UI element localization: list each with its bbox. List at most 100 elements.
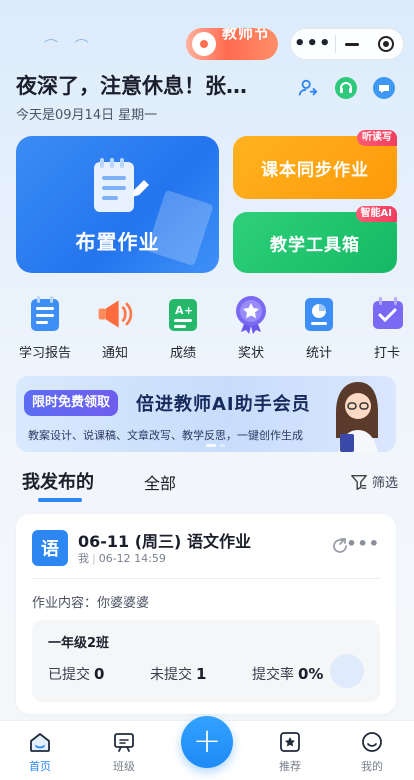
minimize-button[interactable] xyxy=(336,42,370,46)
carousel-indicator xyxy=(206,444,225,447)
shortcut-row: 学习报告 通知 A + 成绩 奖状 统计 打卡 xyxy=(14,294,414,362)
nav-class[interactable]: 班级 xyxy=(94,729,154,774)
shortcut-label: 统计 xyxy=(305,346,332,361)
birds-decoration: ⌒ ⌒ xyxy=(44,39,95,55)
customer-service-button[interactable] xyxy=(334,76,358,100)
holiday-banner-pill[interactable]: 教师节 xyxy=(186,28,278,60)
homework-meta: 我 | 06-12 14:59 xyxy=(78,552,166,565)
unsubmitted-stat: 未提交 1 xyxy=(150,664,206,684)
svg-text:A: A xyxy=(175,304,184,317)
more-options-button[interactable]: ••• xyxy=(346,534,380,553)
content-label: 作业内容： xyxy=(32,596,98,611)
minimize-icon xyxy=(345,42,360,46)
submit-rate-value: 0% xyxy=(298,665,324,683)
nav-mine-label: 我的 xyxy=(361,760,383,773)
homework-content: 作业内容：你婆婆婆 xyxy=(32,592,149,611)
report-icon xyxy=(25,294,65,334)
shortcut-notice[interactable]: 通知 xyxy=(84,294,146,361)
tab-all[interactable]: 全部 xyxy=(144,470,176,494)
teacher-avatar-illustration xyxy=(336,382,378,452)
chat-bubble-icon xyxy=(373,77,395,99)
shortcut-score[interactable]: A + 成绩 xyxy=(152,294,214,361)
weekday-text: 星期一 xyxy=(118,108,158,123)
date-line: 今天是09月14日 星期一 xyxy=(16,104,157,123)
score-icon: A + xyxy=(163,294,203,334)
headset-icon xyxy=(335,77,357,99)
award-icon xyxy=(231,294,271,334)
class-submission-box[interactable]: 一年级2班 已提交 0 未提交 1 提交率 0% xyxy=(32,620,380,702)
submitted-stat: 已提交 0 xyxy=(48,664,104,684)
greeting-text: 夜深了，注意休息！张老师 xyxy=(16,74,266,98)
switch-account-button[interactable] xyxy=(296,76,320,100)
home-icon xyxy=(27,729,53,755)
nav-recommend[interactable]: 推荐 xyxy=(260,729,320,774)
unsubmitted-count: 1 xyxy=(196,665,207,683)
messages-button[interactable] xyxy=(372,76,396,100)
funnel-icon xyxy=(351,474,367,490)
shortcut-label: 打卡 xyxy=(373,346,400,361)
submit-rate-stat: 提交率 0% xyxy=(252,664,323,684)
header-actions xyxy=(296,76,396,100)
user-switch-icon xyxy=(298,79,318,96)
homework-title: 06-11 (周三) 语文作业 xyxy=(78,532,251,551)
svg-text:+: + xyxy=(184,304,193,317)
content-text: 你婆婆婆 xyxy=(97,596,150,611)
textbook-sync-label: 课本同步作业 xyxy=(261,160,369,180)
shortcut-award[interactable]: 奖状 xyxy=(220,294,282,361)
filter-button[interactable]: 筛选 xyxy=(350,472,398,491)
shortcut-label: 奖状 xyxy=(237,346,264,361)
class-name: 一年级2班 xyxy=(48,636,110,651)
create-fab-button[interactable]: + xyxy=(181,716,233,768)
nav-recommend-label: 推荐 xyxy=(279,760,301,773)
shortcut-label: 学习报告 xyxy=(18,346,71,361)
shortcut-checkin[interactable]: 打卡 xyxy=(356,294,414,361)
filter-label: 筛选 xyxy=(371,476,398,491)
homework-tabs: 我发布的 全部 筛选 xyxy=(22,468,402,502)
card-divider xyxy=(32,578,380,579)
shortcut-study-report[interactable]: 学习报告 xyxy=(14,294,76,361)
submitted-label: 已提交 xyxy=(48,667,90,683)
banner-title: 倍进教师AI助手会员 xyxy=(136,394,311,415)
plus-icon: + xyxy=(192,720,222,761)
homework-author: 我 xyxy=(78,552,89,565)
star-bookmark-icon xyxy=(277,729,303,755)
assign-homework-card[interactable]: 布置作业 xyxy=(16,136,219,273)
banner-subtitle: 教案设计、说课稿、文章改写、教学反思，一键创作生成 xyxy=(28,429,303,442)
subject-badge: 语 xyxy=(32,530,68,566)
megaphone-icon xyxy=(95,294,135,334)
nav-home[interactable]: 首页 xyxy=(10,729,70,774)
miniprogram-capsule: ••• xyxy=(290,28,404,60)
record-disc-icon xyxy=(192,32,216,56)
homework-card[interactable]: 语 06-11 (周三) 语文作业 我 | 06-12 14:59 ••• 作业内容… xyxy=(16,514,396,714)
shortcut-label: 成绩 xyxy=(169,346,196,361)
free-claim-tag: 限时免费领取 xyxy=(24,390,119,416)
submit-rate-label: 提交率 xyxy=(252,667,294,683)
more-menu-button[interactable]: ••• xyxy=(291,35,335,53)
progress-ring-decoration xyxy=(330,654,364,688)
teaching-toolbox-card[interactable]: 智能AI 教学工具箱 xyxy=(233,206,397,273)
submitted-count: 0 xyxy=(94,665,105,683)
holiday-banner-text: 教师节 xyxy=(222,28,271,42)
close-miniprogram-button[interactable] xyxy=(369,36,403,52)
stats-icon xyxy=(299,294,339,334)
shortcut-label: 通知 xyxy=(101,346,128,361)
smart-ai-badge: 智能AI xyxy=(355,206,397,222)
ai-membership-banner[interactable]: 限时免费领取 倍进教师AI助手会员 教案设计、说课稿、文章改写、教学反思，一键创… xyxy=(16,376,396,452)
date-text: 今天是09月14日 xyxy=(16,108,115,123)
homework-publish-time: 06-12 14:59 xyxy=(98,552,166,565)
teaching-toolbox-label: 教学工具箱 xyxy=(270,235,360,255)
smiley-icon xyxy=(359,729,385,755)
shortcut-stats[interactable]: 统计 xyxy=(288,294,350,361)
listen-read-write-badge: 听读写 xyxy=(357,130,397,146)
textbook-sync-card[interactable]: 听读写 课本同步作业 xyxy=(233,130,397,199)
nav-mine[interactable]: 我的 xyxy=(342,729,402,774)
target-icon xyxy=(378,36,395,52)
checkin-icon xyxy=(367,294,407,334)
class-board-icon xyxy=(111,729,137,755)
nav-class-label: 班级 xyxy=(113,760,135,773)
notepad-pen-icon xyxy=(94,158,149,212)
nav-home-label: 首页 xyxy=(29,760,51,773)
assign-homework-label: 布置作业 xyxy=(75,230,160,254)
tab-my-published[interactable]: 我发布的 xyxy=(22,468,94,502)
unsubmitted-label: 未提交 xyxy=(150,667,192,683)
